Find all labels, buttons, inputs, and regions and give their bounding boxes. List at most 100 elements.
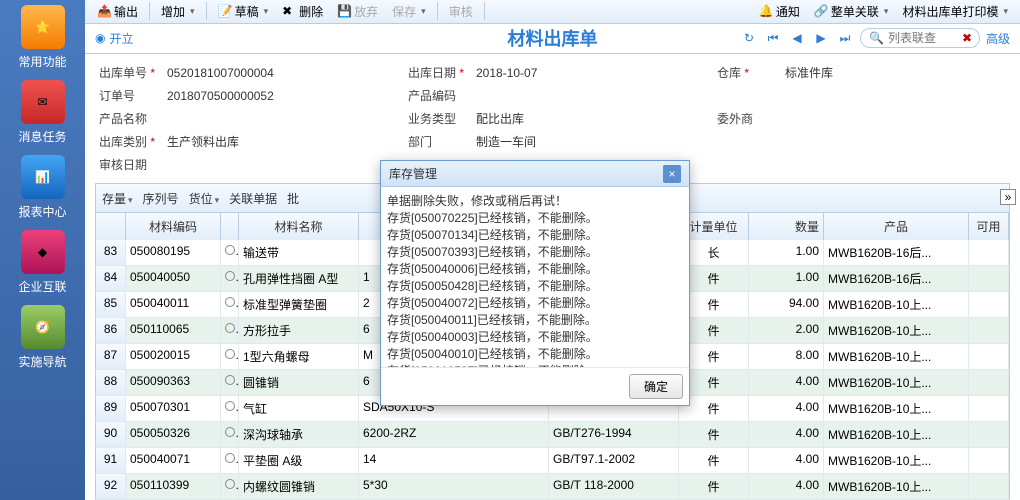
search-box[interactable]: 🔍✖ bbox=[860, 28, 980, 48]
draft-button[interactable]: 📝草稿 bbox=[212, 1, 275, 22]
sidebar-label: 报表中心 bbox=[3, 203, 83, 220]
cell-code: 050110399 bbox=[126, 474, 221, 499]
modal-title: 库存管理 bbox=[389, 165, 663, 182]
btn-label: 审核 bbox=[449, 3, 473, 20]
cell-unit: 件 bbox=[679, 448, 749, 473]
cell-pin[interactable] bbox=[221, 318, 239, 343]
expand-icon[interactable]: » bbox=[1000, 189, 1016, 205]
sidebar-label: 实施导航 bbox=[3, 353, 83, 370]
next-button[interactable]: ▶ bbox=[812, 29, 830, 47]
col-index bbox=[96, 213, 126, 240]
stock-button[interactable]: 存量 bbox=[102, 190, 133, 207]
position-button[interactable]: 货位 bbox=[189, 190, 220, 207]
cell-code: 050050326 bbox=[126, 422, 221, 447]
search-input[interactable] bbox=[888, 31, 958, 45]
link-button[interactable]: 🔗整单关联 bbox=[808, 1, 895, 22]
enterprise-icon: ◆ bbox=[21, 230, 65, 274]
field-出库日期[interactable]: 2018-10-07 bbox=[476, 66, 537, 80]
field-出库单号[interactable]: 0520181007000004 bbox=[167, 66, 274, 80]
sidebar-label: 企业互联 bbox=[3, 278, 83, 295]
cell-index: 90 bbox=[96, 422, 126, 447]
advanced-link[interactable]: 高级 bbox=[986, 30, 1010, 47]
notify-button[interactable]: 🔔通知 bbox=[753, 1, 806, 22]
label-委外商: 委外商 bbox=[717, 110, 777, 127]
cell-pin[interactable] bbox=[221, 344, 239, 369]
cell-pin[interactable] bbox=[221, 474, 239, 499]
label-部门: 部门 bbox=[408, 133, 468, 150]
field-业务类型[interactable]: 配比出库 bbox=[476, 110, 524, 127]
field-订单号[interactable]: 2018070500000052 bbox=[167, 89, 274, 103]
refresh-button[interactable]: ↻ bbox=[740, 29, 758, 47]
related-button[interactable]: 关联单据 bbox=[229, 190, 277, 207]
col-prod[interactable]: 产品 bbox=[824, 213, 969, 240]
table-row[interactable]: 92050110399内螺纹圆锥销5*30GB/T 118-2000件4.00M… bbox=[95, 474, 1010, 500]
sidebar-label: 常用功能 bbox=[3, 53, 83, 70]
circle-icon: ◉ bbox=[95, 31, 105, 45]
last-button[interactable]: ⏭ bbox=[836, 29, 854, 47]
field-部门[interactable]: 制造一车间 bbox=[476, 133, 536, 150]
first-button[interactable]: ⏮ bbox=[764, 29, 782, 47]
modal-footer: 确定 bbox=[381, 367, 689, 405]
export-icon: 📤 bbox=[97, 4, 111, 18]
serial-button[interactable]: 序列号 bbox=[143, 190, 179, 207]
field-仓库[interactable]: 标准件库 bbox=[785, 64, 833, 81]
cell-pin[interactable] bbox=[221, 266, 239, 291]
cell-pin[interactable] bbox=[221, 370, 239, 395]
discard-button[interactable]: 💾放弃 bbox=[331, 1, 384, 22]
col-code[interactable]: 材料编码 bbox=[126, 213, 221, 240]
clear-icon[interactable]: ✖ bbox=[962, 31, 972, 45]
cell-unit: 件 bbox=[679, 422, 749, 447]
cell-name: 输送带 bbox=[239, 240, 359, 265]
table-row[interactable]: 91050040071平垫圈 A级14GB/T97.1-2002件4.00MWB… bbox=[95, 448, 1010, 474]
cell-prod: MWB1620B-10上... bbox=[824, 422, 969, 447]
cell-qty: 4.00 bbox=[749, 448, 824, 473]
col-av[interactable]: 可用 bbox=[969, 213, 1009, 240]
error-modal: 库存管理 × 单据删除失败，修改或稍后再试！存货[050070225]已经核销，… bbox=[380, 160, 690, 406]
prev-button[interactable]: ◀ bbox=[788, 29, 806, 47]
save-button[interactable]: 保存 bbox=[386, 1, 432, 22]
cell-av bbox=[969, 396, 1009, 421]
modal-header[interactable]: 库存管理 × bbox=[381, 161, 689, 187]
delete-button[interactable]: ✖删除 bbox=[276, 1, 329, 22]
sidebar-item-nav[interactable]: 🧭实施导航 bbox=[3, 305, 83, 370]
btn-label: 整单关联 bbox=[831, 3, 879, 20]
btn-label: 删除 bbox=[299, 3, 323, 20]
col-qty[interactable]: 数量 bbox=[749, 213, 824, 240]
cell-pin[interactable] bbox=[221, 422, 239, 447]
output-button[interactable]: 📤输出 bbox=[91, 1, 144, 22]
cell-index: 87 bbox=[96, 344, 126, 369]
sidebar-item-report[interactable]: 📊报表中心 bbox=[3, 155, 83, 220]
add-button[interactable]: 增加 bbox=[155, 1, 201, 22]
cell-pin[interactable] bbox=[221, 292, 239, 317]
pin-icon bbox=[225, 453, 235, 463]
cell-index: 83 bbox=[96, 240, 126, 265]
table-row[interactable]: 90050050326深沟球轴承6200-2RZGB/T276-1994件4.0… bbox=[95, 422, 1010, 448]
col-pin bbox=[221, 213, 239, 240]
sidebar-item-message[interactable]: ✉消息任务 bbox=[3, 80, 83, 145]
cell-name: 气缸 bbox=[239, 396, 359, 421]
print-template-button[interactable]: 材料出库单打印模 bbox=[896, 1, 1014, 22]
audit-button[interactable]: 审核 bbox=[443, 1, 479, 22]
sidebar-item-enterprise[interactable]: ◆ 企业互联 bbox=[3, 230, 83, 295]
cell-index: 88 bbox=[96, 370, 126, 395]
batch-button[interactable]: 批 bbox=[287, 190, 299, 207]
cell-code: 050110065 bbox=[126, 318, 221, 343]
cell-index: 92 bbox=[96, 474, 126, 499]
sidebar-item-common[interactable]: ⭐常用功能 bbox=[3, 5, 83, 70]
cell-pin[interactable] bbox=[221, 448, 239, 473]
col-name[interactable]: 材料名称 bbox=[239, 213, 359, 240]
cell-pin[interactable] bbox=[221, 396, 239, 421]
toolbar: 📤输出 增加 📝草稿 ✖删除 💾放弃 保存 审核 🔔通知 🔗整单关联 材料出库单… bbox=[85, 0, 1020, 24]
btn-label: 增加 bbox=[161, 3, 185, 20]
ok-button[interactable]: 确定 bbox=[629, 374, 683, 399]
sidebar: ⭐常用功能 ✉消息任务 📊报表中心 ◆ 企业互联 🧭实施导航 bbox=[0, 0, 85, 500]
btn-label: 通知 bbox=[776, 3, 800, 20]
cell-index: 86 bbox=[96, 318, 126, 343]
field-出库类别[interactable]: 生产领料出库 bbox=[167, 133, 239, 150]
pin-icon bbox=[225, 401, 235, 411]
close-icon[interactable]: × bbox=[663, 165, 681, 183]
label-订单号: 订单号 bbox=[99, 87, 159, 104]
cell-prod: MWB1620B-10上... bbox=[824, 448, 969, 473]
cell-prod: MWB1620B-10上... bbox=[824, 474, 969, 499]
cell-pin[interactable] bbox=[221, 240, 239, 265]
